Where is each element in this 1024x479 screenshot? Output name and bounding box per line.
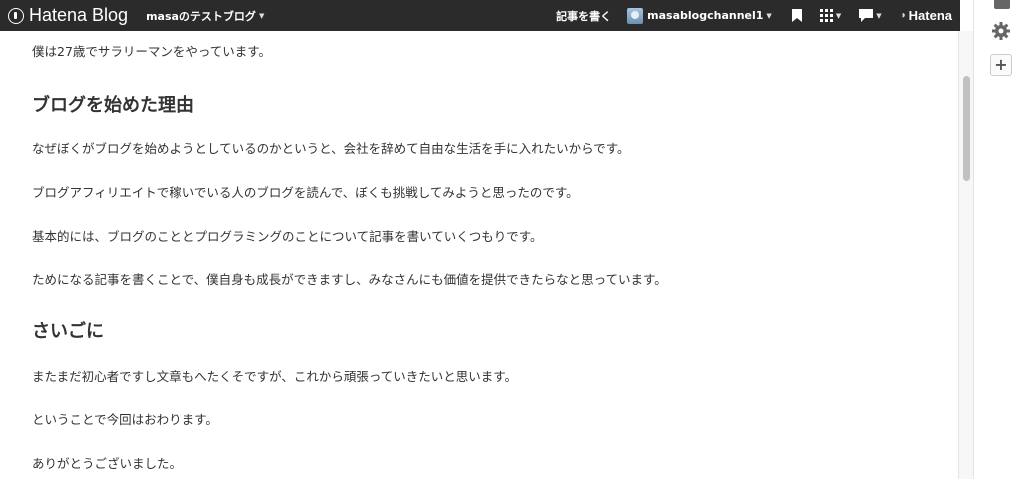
apps-grid-icon[interactable]: ▼ [819, 9, 842, 22]
chevron-down-icon: ▼ [766, 11, 772, 20]
chevron-down-icon: ▼ [258, 11, 265, 20]
gear-icon[interactable] [992, 22, 1010, 44]
article-body: 僕は27歳でサラリーマンをやっています。 ブログを始めた理由 なぜぼくがブログを… [32, 31, 942, 479]
brand-label: Hatena Blog [29, 5, 129, 25]
hatena-label: Hatena [908, 8, 952, 23]
side-panel: + [973, 0, 1024, 479]
chevron-down-icon: ▼ [876, 11, 882, 20]
paragraph: 基本的には、ブログのこととプログラミングのことについて記事を書いていくつもりです… [32, 229, 543, 244]
user-menu[interactable]: masablogchannel1 ▼ [627, 7, 772, 24]
plus-icon[interactable]: + [990, 54, 1012, 76]
hatena-blog-logo[interactable]: Hatena Blog [8, 5, 128, 26]
write-article-link[interactable]: 記事を書く [556, 8, 611, 24]
hatena-mark-icon: ◑ [899, 10, 906, 21]
paragraph: ブログアフィリエイトで稼いでいる人のブログを読んで、ぼくも挑戦してみようと思った… [32, 185, 579, 200]
blog-switcher-menu[interactable]: masaのテストブログ ▼ [146, 8, 264, 24]
section-heading: さいごに [32, 321, 104, 342]
paragraph: なぜぼくがブログを始めようとしているのかというと、会社を辞めて自由な生活を手に入… [32, 141, 630, 156]
blog-name: masaのテストブログ [146, 9, 256, 23]
global-header: Hatena Blog masaのテストブログ ▼ 記事を書く masablog… [0, 0, 960, 31]
paragraph: 僕は27歳でサラリーマンをやっています。 [32, 44, 272, 59]
panel-toggle-icon[interactable] [994, 0, 1010, 9]
paragraph: ということで今回はおわります。 [32, 412, 218, 427]
paragraph: ありがとうございました。 [32, 456, 183, 471]
section-heading: ブログを始めた理由 [32, 95, 194, 116]
hatena-logo-icon [8, 7, 24, 24]
paragraph: ためになる記事を書くことで、僕自身も成長ができますし、みなさんにも価値を提供でき… [32, 272, 667, 287]
vertical-scrollbar[interactable] [958, 31, 973, 479]
speech-bubble-icon[interactable]: ▼ [859, 9, 882, 22]
avatar [627, 7, 644, 24]
scrollbar-thumb[interactable] [963, 76, 970, 181]
chevron-down-icon: ▼ [835, 11, 842, 20]
paragraph: またまだ初心者ですし文章もへたくそですが、これから頑張っていきたいと思います。 [32, 369, 518, 384]
hatena-logo[interactable]: ◑ Hatena [900, 8, 952, 23]
bookmark-icon[interactable] [791, 9, 802, 22]
username: masablogchannel1 [647, 9, 764, 22]
